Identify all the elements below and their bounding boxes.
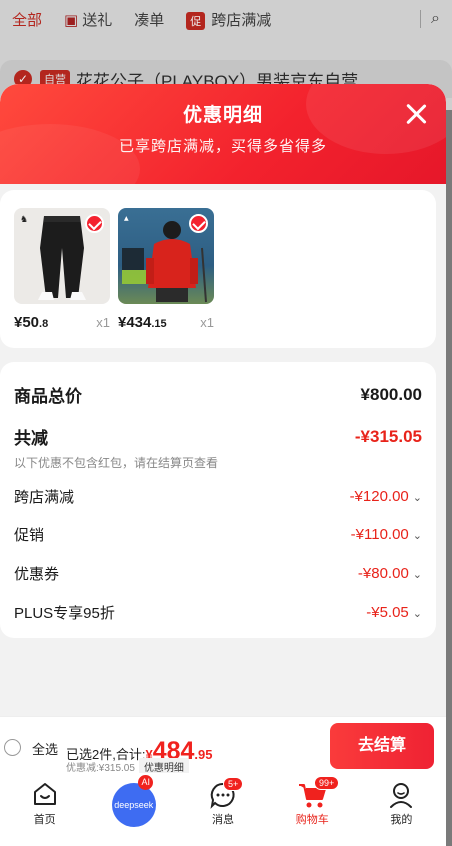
chevron-down-icon: ⌄ — [412, 529, 422, 542]
tab-messages[interactable]: 5+ 消息 — [178, 773, 267, 846]
bg-tab-bundle: 凑单 — [134, 11, 165, 29]
selected-check-icon[interactable] — [189, 214, 208, 233]
chevron-down-icon: ⌄ — [412, 568, 422, 581]
total-reduction-row: 共减 -¥315.05 — [14, 424, 422, 449]
chevron-down-icon: ⌄ — [412, 607, 422, 620]
ai-badge: AI — [138, 775, 154, 790]
checkout-bar: 全选 已选2件,合计:¥484.95 优惠减:¥315.05 优惠明细 去结算 — [0, 716, 446, 775]
select-all-label[interactable]: 全选 — [32, 739, 58, 758]
background-tabs: 全部 ▣ 送礼 凑单 促跨店满减 ⌕ — [0, 0, 452, 38]
bg-tab-all: 全部 — [12, 11, 43, 29]
cart-badge: 99+ — [313, 776, 340, 790]
message-badge: 5+ — [223, 777, 244, 791]
discount-row-promotion[interactable]: 促销 -¥110.00 ⌄ — [14, 524, 422, 545]
svg-text:♞: ♞ — [20, 215, 28, 225]
gift-icon: ▣ — [64, 11, 79, 29]
close-icon[interactable] — [404, 102, 428, 126]
product-price: ¥434.15 — [118, 314, 167, 331]
total-reduction-value: -¥315.05 — [354, 426, 422, 446]
tab-cart[interactable]: 99+ 购物车 — [268, 773, 357, 846]
tab-home[interactable]: 首页 — [0, 773, 89, 846]
product-price: ¥50.8 — [14, 314, 49, 331]
products-card: ♞ ¥50.8 x1 ▲ ¥434.15 x1 — [0, 190, 436, 348]
selected-check-icon[interactable] — [85, 214, 104, 233]
product-quantity: x1 — [200, 315, 214, 330]
svg-text:▲: ▲ — [124, 215, 129, 222]
profile-icon — [390, 783, 413, 808]
bg-tab-cross-store: 促跨店满减 — [186, 9, 271, 30]
product-item[interactable]: ▲ ¥434.15 x1 — [118, 208, 214, 331]
sheet-title: 优惠明细 — [182, 105, 263, 126]
tab-deepseek[interactable]: deepseek AI — [89, 773, 178, 846]
total-price-label: 商品总价 — [14, 387, 82, 406]
price-summary-card: 商品总价 ¥800.00 共减 -¥315.05 以下优惠不包含红包，请在结算页… — [0, 362, 436, 638]
discount-row-plus[interactable]: PLUS专享95折 -¥5.05 ⌄ — [14, 602, 422, 623]
select-all-checkbox[interactable] — [4, 739, 21, 756]
total-reduction-label: 共减 — [14, 429, 48, 448]
product-image-pants: ♞ — [14, 208, 110, 304]
search-icon: ⌕ — [420, 10, 440, 28]
total-price-value: ¥800.00 — [360, 384, 422, 404]
total-price-row: 商品总价 ¥800.00 — [14, 382, 422, 407]
product-quantity: x1 — [96, 315, 110, 330]
tab-profile[interactable]: 我的 — [357, 773, 446, 846]
bottom-tab-bar: 首页 deepseek AI 5+ 消息 99+ 购物车 我的 — [0, 773, 446, 846]
deepseek-icon: deepseek — [111, 783, 156, 827]
discount-row-cross-store[interactable]: 跨店满减 -¥120.00 ⌄ — [14, 486, 422, 507]
bg-tab-gift: ▣ 送礼 — [64, 11, 113, 29]
sheet-header: 优惠明细 已享跨店满减，买得多省得多 — [0, 84, 446, 214]
product-item[interactable]: ♞ ¥50.8 x1 — [14, 208, 110, 331]
sheet-subtitle: 已享跨店满减，买得多省得多 — [118, 138, 327, 155]
discount-row-coupon[interactable]: 优惠券 -¥80.00 ⌄ — [14, 563, 422, 584]
home-icon — [33, 783, 56, 805]
checkout-button[interactable]: 去结算 — [330, 723, 434, 769]
discount-note: 以下优惠不包含红包，请在结算页查看 — [14, 456, 219, 470]
chevron-down-icon: ⌄ — [412, 491, 422, 504]
product-image-jacket: ▲ — [118, 208, 214, 304]
